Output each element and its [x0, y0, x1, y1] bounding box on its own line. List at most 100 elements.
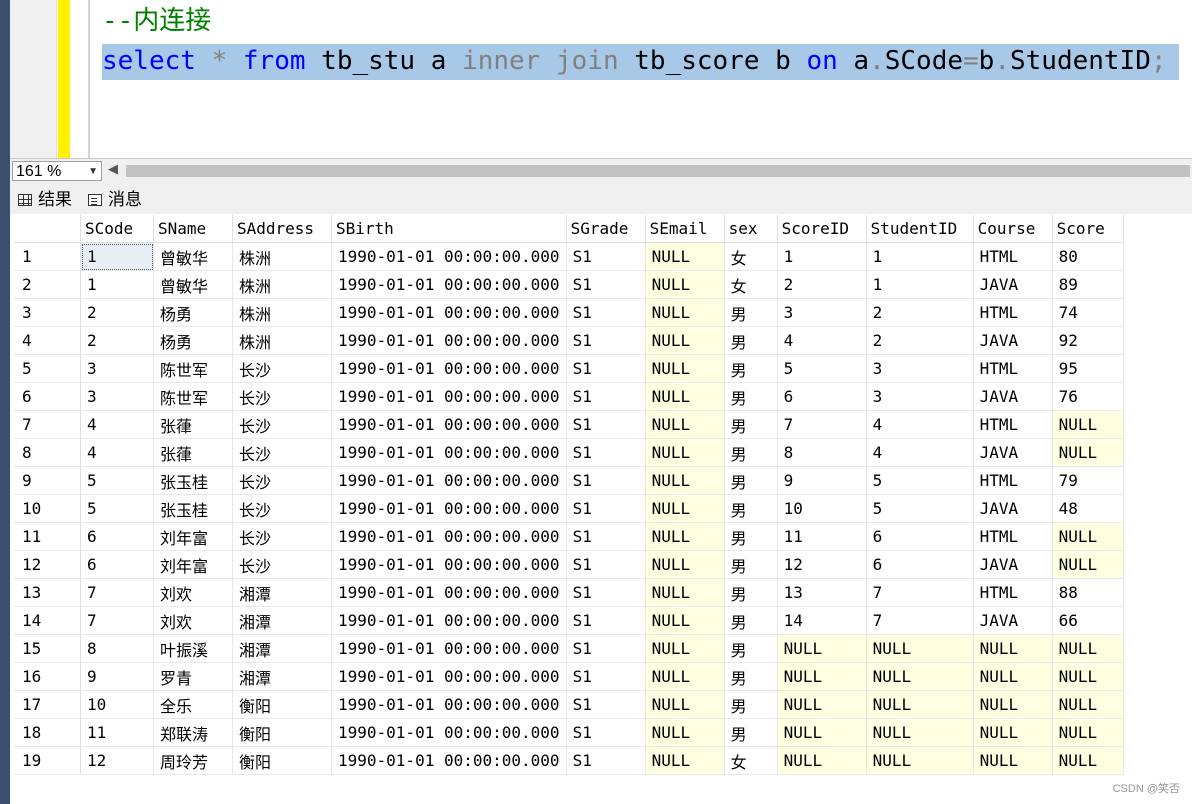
- grid-cell[interactable]: 1: [866, 270, 974, 299]
- grid-cell[interactable]: 1990-01-01 00:00:00.000: [331, 746, 567, 775]
- grid-cell[interactable]: NULL: [645, 466, 725, 495]
- query-editor[interactable]: --内连接 select * from tb_stu a inner join …: [0, 0, 1192, 158]
- grid-cell[interactable]: S1: [566, 438, 646, 467]
- grid-cell[interactable]: 男: [724, 410, 778, 439]
- grid-cell[interactable]: NULL: [645, 690, 725, 719]
- grid-cell[interactable]: NULL: [1052, 690, 1124, 719]
- grid-cell[interactable]: 长沙: [232, 438, 332, 467]
- grid-cell[interactable]: 曾敏华: [153, 270, 233, 299]
- scroll-left-arrow-icon[interactable]: ◀: [108, 162, 118, 177]
- grid-cell[interactable]: 1: [866, 242, 974, 271]
- grid-cell[interactable]: S1: [566, 326, 646, 355]
- grid-cell[interactable]: 10: [777, 494, 867, 523]
- grid-cell[interactable]: 叶振溪: [153, 634, 233, 663]
- horizontal-scrollbar-thumb[interactable]: [126, 165, 1190, 177]
- grid-cell[interactable]: NULL: [645, 634, 725, 663]
- grid-cell[interactable]: 张葎: [153, 438, 233, 467]
- grid-cell[interactable]: 女: [724, 746, 778, 775]
- grid-cell[interactable]: 12: [777, 550, 867, 579]
- grid-cell[interactable]: 男: [724, 298, 778, 327]
- grid-cell[interactable]: 湘潭: [232, 634, 332, 663]
- grid-cell[interactable]: HTML: [973, 578, 1053, 607]
- grid-cell[interactable]: 5: [866, 466, 974, 495]
- grid-cell[interactable]: S1: [566, 690, 646, 719]
- grid-cell[interactable]: 刘欢: [153, 606, 233, 635]
- table-row[interactable]: 3 2 杨勇 株洲 1990-01-01 00:00:00.000 S1 NULL 男 3 2 HT…: [14, 298, 1124, 327]
- grid-cell[interactable]: 7: [80, 606, 154, 635]
- grid-cell[interactable]: 80: [1052, 242, 1124, 271]
- column-header[interactable]: SAddress: [232, 215, 332, 243]
- table-row[interactable]: 16 9 罗青 湘潭 1990-01-01 00:00:00.000 S1 NULL 男 NUL…: [14, 662, 1124, 691]
- grid-cell[interactable]: 1990-01-01 00:00:00.000: [331, 326, 567, 355]
- table-row[interactable]: 15 8 叶振溪 湘潭 1990-01-01 00:00:00.000 S1 NULL 男 NU…: [14, 634, 1124, 663]
- grid-cell[interactable]: 株洲: [232, 270, 332, 299]
- column-header[interactable]: SGrade: [566, 215, 646, 243]
- grid-cell[interactable]: NULL: [645, 578, 725, 607]
- grid-cell[interactable]: 9: [777, 466, 867, 495]
- grid-corner-cell[interactable]: [14, 215, 81, 243]
- grid-cell[interactable]: 95: [1052, 354, 1124, 383]
- row-number[interactable]: 3: [14, 298, 81, 327]
- row-number[interactable]: 15: [14, 634, 81, 663]
- row-number[interactable]: 10: [14, 494, 81, 523]
- row-number[interactable]: 19: [14, 746, 81, 775]
- table-row[interactable]: 17 10 全乐 衡阳 1990-01-01 00:00:00.000 S1 NULL 男 NU…: [14, 690, 1124, 719]
- grid-cell[interactable]: 3: [866, 382, 974, 411]
- zoom-dropdown[interactable]: 161 % ▼: [12, 161, 102, 181]
- grid-cell[interactable]: 女: [724, 242, 778, 271]
- grid-cell[interactable]: 1990-01-01 00:00:00.000: [331, 466, 567, 495]
- sql-statement-selected[interactable]: select * from tb_stu a inner join tb_sco…: [102, 44, 1179, 80]
- grid-cell[interactable]: 48: [1052, 494, 1124, 523]
- grid-cell[interactable]: 长沙: [232, 354, 332, 383]
- grid-cell[interactable]: 3: [80, 382, 154, 411]
- table-row[interactable]: 4 2 杨勇 株洲 1990-01-01 00:00:00.000 S1 NULL 男 4 2 JA…: [14, 326, 1124, 355]
- grid-cell[interactable]: NULL: [777, 746, 867, 775]
- table-row[interactable]: 1 1 曾敏华 株洲 1990-01-01 00:00:00.000 S1 NULL 女 1 1 H…: [14, 242, 1124, 271]
- column-header[interactable]: SEmail: [645, 215, 725, 243]
- grid-cell[interactable]: JAVA: [973, 326, 1053, 355]
- grid-cell[interactable]: NULL: [645, 662, 725, 691]
- grid-cell[interactable]: 1990-01-01 00:00:00.000: [331, 606, 567, 635]
- grid-cell[interactable]: S1: [566, 578, 646, 607]
- grid-cell[interactable]: NULL: [777, 662, 867, 691]
- grid-cell[interactable]: S1: [566, 606, 646, 635]
- grid-cell[interactable]: NULL: [645, 522, 725, 551]
- table-row[interactable]: 8 4 张葎 长沙 1990-01-01 00:00:00.000 S1 NULL 男 8 4 JA…: [14, 438, 1124, 467]
- grid-cell[interactable]: 6: [777, 382, 867, 411]
- grid-cell[interactable]: NULL: [645, 354, 725, 383]
- table-row[interactable]: 18 11 郑联涛 衡阳 1990-01-01 00:00:00.000 S1 NULL 男 N…: [14, 718, 1124, 747]
- grid-cell[interactable]: S1: [566, 382, 646, 411]
- grid-cell[interactable]: 全乐: [153, 690, 233, 719]
- grid-cell[interactable]: NULL: [645, 438, 725, 467]
- grid-cell[interactable]: 1: [80, 270, 154, 299]
- grid-cell[interactable]: 1990-01-01 00:00:00.000: [331, 578, 567, 607]
- grid-cell[interactable]: NULL: [1052, 550, 1124, 579]
- grid-cell[interactable]: S1: [566, 718, 646, 747]
- grid-cell[interactable]: 4: [80, 410, 154, 439]
- grid-cell[interactable]: NULL: [645, 494, 725, 523]
- grid-cell[interactable]: 株洲: [232, 326, 332, 355]
- row-number[interactable]: 13: [14, 578, 81, 607]
- table-row[interactable]: 14 7 刘欢 湘潭 1990-01-01 00:00:00.000 S1 NULL 男 14 7…: [14, 606, 1124, 635]
- grid-cell[interactable]: 杨勇: [153, 326, 233, 355]
- grid-cell[interactable]: 1990-01-01 00:00:00.000: [331, 354, 567, 383]
- column-header[interactable]: SCode: [80, 215, 154, 243]
- grid-cell[interactable]: 3: [80, 354, 154, 383]
- grid-cell[interactable]: 8: [777, 438, 867, 467]
- grid-cell[interactable]: 74: [1052, 298, 1124, 327]
- grid-cell[interactable]: HTML: [973, 298, 1053, 327]
- grid-cell[interactable]: NULL: [645, 746, 725, 775]
- grid-cell[interactable]: 男: [724, 718, 778, 747]
- grid-cell[interactable]: HTML: [973, 466, 1053, 495]
- grid-cell[interactable]: 6: [866, 522, 974, 551]
- grid-cell[interactable]: 罗青: [153, 662, 233, 691]
- row-number[interactable]: 17: [14, 690, 81, 719]
- grid-cell[interactable]: 刘年富: [153, 550, 233, 579]
- grid-cell[interactable]: 92: [1052, 326, 1124, 355]
- grid-cell[interactable]: 89: [1052, 270, 1124, 299]
- grid-cell[interactable]: S1: [566, 242, 646, 271]
- grid-cell[interactable]: JAVA: [973, 438, 1053, 467]
- table-row[interactable]: 12 6 刘年富 长沙 1990-01-01 00:00:00.000 S1 NULL 男 12…: [14, 550, 1124, 579]
- grid-cell[interactable]: 曾敏华: [153, 242, 233, 271]
- row-number[interactable]: 11: [14, 522, 81, 551]
